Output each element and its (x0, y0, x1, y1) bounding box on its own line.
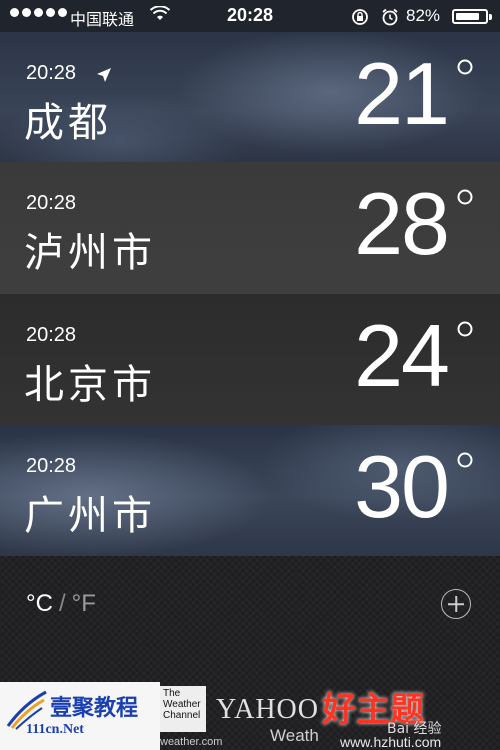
hzt-url: www.hzhuti.com (340, 734, 442, 750)
twc-line: Channel (163, 710, 201, 721)
temperature-unit-toggle[interactable]: °C / °F (26, 590, 96, 618)
city-temperature: 24 (354, 306, 450, 405)
city-time: 20:28 (26, 62, 77, 84)
city-time: 20:28 (26, 192, 77, 214)
yiju-url: 111cn.Net (26, 722, 84, 737)
city-time: 20:28 (26, 324, 77, 346)
yiju-name: 壹聚教程 (50, 695, 139, 721)
location-arrow-icon (97, 68, 111, 82)
city-name: 泸州市 (24, 230, 156, 276)
footer-watermarks: 壹聚教程 111cn.Net The Weather Channel weath… (0, 682, 500, 750)
alarm-icon (382, 8, 398, 26)
city-time: 20:28 (26, 455, 77, 477)
yiju-logo: 壹聚教程 111cn.Net (0, 682, 160, 750)
degree-icon (457, 59, 473, 75)
degree-icon (457, 452, 473, 468)
city-temperature: 28 (354, 174, 450, 273)
city-row-luzhou[interactable]: 20:28 泸州市 28 (0, 162, 500, 294)
city-temperature: 30 (354, 437, 450, 536)
yahoo-logo: YAHOO (216, 694, 319, 725)
twc-line: The (163, 688, 181, 699)
weather-channel-logo: The Weather Channel (160, 686, 206, 732)
fahrenheit-option[interactable]: °F (72, 590, 96, 617)
weather-url: weather.com (160, 736, 223, 748)
city-name: 广州市 (24, 493, 156, 539)
city-row-guangzhou[interactable]: 20:28 广州市 30 (0, 425, 500, 556)
degree-icon (457, 321, 473, 337)
rotation-lock-icon (352, 9, 368, 25)
twc-line: Weather (163, 699, 201, 710)
city-temperature: 21 (354, 44, 450, 143)
battery-icon (452, 9, 492, 24)
battery-percentage: 82% (406, 6, 441, 25)
city-name: 北京市 (24, 362, 156, 408)
unit-separator: / (58, 590, 66, 617)
city-row-beijing[interactable]: 20:28 北京市 24 (0, 294, 500, 425)
add-city-button[interactable] (441, 589, 471, 619)
degree-icon (457, 189, 473, 205)
city-name: 成都 (24, 100, 112, 146)
city-row-chengdu[interactable]: 20:28 成都 21 (0, 32, 500, 162)
status-bar: 中国联通 20:28 82% (0, 0, 500, 32)
celsius-option[interactable]: °C (26, 590, 53, 617)
yahoo-weather-label: Weath (270, 726, 319, 745)
